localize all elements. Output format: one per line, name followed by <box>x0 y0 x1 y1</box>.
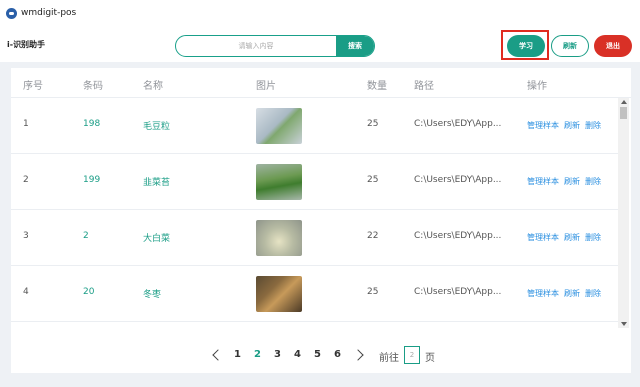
row-quantity: 25 <box>367 287 379 297</box>
page-number[interactable]: 3 <box>274 349 281 360</box>
row-quantity: 25 <box>367 119 379 129</box>
table-row: 4 20 冬枣 25 C:\Users\EDY\App... 管理样本 刷新 删… <box>11 266 618 322</box>
app-logo-icon <box>6 7 17 19</box>
row-image <box>256 164 302 200</box>
page-number-current[interactable]: 2 <box>254 349 261 360</box>
goto-label: 前往 <box>379 353 399 364</box>
manage-samples-link[interactable]: 管理样本 <box>527 176 559 187</box>
pagination: 1 2 3 4 5 6 前往 页 <box>11 345 631 367</box>
page-number[interactable]: 6 <box>334 349 341 360</box>
row-name: 毛豆粒 <box>143 122 171 132</box>
row-refresh-link[interactable]: 刷新 <box>564 176 580 187</box>
main-panel: 序号 条码 名称 图片 数量 路径 操作 1 198 毛豆粒 25 C:\Use… <box>11 68 631 373</box>
table-row: 3 2 大白菜 22 C:\Users\EDY\App... 管理样本 刷新 删… <box>11 210 618 266</box>
column-header-name: 名称 <box>143 81 163 92</box>
row-delete-link[interactable]: 删除 <box>585 176 601 187</box>
row-index: 4 <box>23 287 29 297</box>
learn-button[interactable]: 学习 <box>507 35 545 57</box>
column-header-path: 路径 <box>414 81 434 92</box>
row-name: 冬枣 <box>143 290 162 300</box>
refresh-button[interactable]: 刷新 <box>551 35 589 57</box>
row-quantity: 25 <box>367 175 379 185</box>
search-input[interactable] <box>176 36 336 56</box>
row-actions: 管理样本 刷新 删除 <box>527 288 601 299</box>
row-image <box>256 108 302 144</box>
column-header-image: 图片 <box>256 81 276 92</box>
scroll-up-icon[interactable] <box>621 100 627 104</box>
search-button[interactable]: 搜索 <box>336 36 374 56</box>
page-number[interactable]: 1 <box>234 349 241 360</box>
row-path: C:\Users\EDY\App... <box>414 231 502 241</box>
row-quantity: 22 <box>367 231 379 241</box>
row-code: 198 <box>83 119 101 129</box>
prev-page-chevron-icon[interactable] <box>211 348 221 362</box>
row-actions: 管理样本 刷新 删除 <box>527 176 601 187</box>
column-header-quantity: 数量 <box>367 81 387 92</box>
row-code: 20 <box>83 287 95 297</box>
row-delete-link[interactable]: 删除 <box>585 288 601 299</box>
row-name: 大白菜 <box>143 234 171 244</box>
app-title: wmdigit-pos <box>21 8 77 18</box>
row-delete-link[interactable]: 删除 <box>585 232 601 243</box>
row-refresh-link[interactable]: 刷新 <box>564 120 580 131</box>
brand-label: i-识别助手 <box>7 40 46 49</box>
page-label: 页 <box>425 353 435 364</box>
manage-samples-link[interactable]: 管理样本 <box>527 232 559 243</box>
column-header-actions: 操作 <box>527 81 547 92</box>
header-bar: i-识别助手 搜索 学习 刷新 退出 <box>0 26 640 62</box>
exit-button[interactable]: 退出 <box>594 35 632 57</box>
row-refresh-link[interactable]: 刷新 <box>564 288 580 299</box>
table-row: 1 198 毛豆粒 25 C:\Users\EDY\App... 管理样本 刷新… <box>11 98 618 154</box>
goto-page-input[interactable] <box>404 346 420 364</box>
search-box: 搜索 <box>175 35 375 57</box>
row-code: 2 <box>83 231 89 241</box>
scroll-down-icon[interactable] <box>621 322 627 326</box>
row-index: 1 <box>23 119 29 129</box>
row-index: 2 <box>23 175 29 185</box>
page-number[interactable]: 5 <box>314 349 321 360</box>
table-scrollbar[interactable] <box>618 98 629 328</box>
row-name: 韭菜苔 <box>143 178 171 188</box>
column-header-code: 条码 <box>83 81 103 92</box>
page-number[interactable]: 4 <box>294 349 301 360</box>
title-bar: wmdigit-pos <box>0 0 640 26</box>
row-image <box>256 220 302 256</box>
row-path: C:\Users\EDY\App... <box>414 287 502 297</box>
row-path: C:\Users\EDY\App... <box>414 119 502 129</box>
table-row: 2 199 韭菜苔 25 C:\Users\EDY\App... 管理样本 刷新… <box>11 154 618 210</box>
row-image <box>256 276 302 312</box>
next-page-chevron-icon[interactable] <box>354 348 364 362</box>
manage-samples-link[interactable]: 管理样本 <box>527 120 559 131</box>
table-header: 序号 条码 名称 图片 数量 路径 操作 <box>11 68 631 98</box>
row-actions: 管理样本 刷新 删除 <box>527 232 601 243</box>
column-header-index: 序号 <box>23 81 43 92</box>
row-code: 199 <box>83 175 101 185</box>
row-refresh-link[interactable]: 刷新 <box>564 232 580 243</box>
manage-samples-link[interactable]: 管理样本 <box>527 288 559 299</box>
row-delete-link[interactable]: 删除 <box>585 120 601 131</box>
scrollbar-thumb[interactable] <box>620 107 627 119</box>
table-body[interactable]: 1 198 毛豆粒 25 C:\Users\EDY\App... 管理样本 刷新… <box>11 98 618 323</box>
row-index: 3 <box>23 231 29 241</box>
row-actions: 管理样本 刷新 删除 <box>527 120 601 131</box>
row-path: C:\Users\EDY\App... <box>414 175 502 185</box>
